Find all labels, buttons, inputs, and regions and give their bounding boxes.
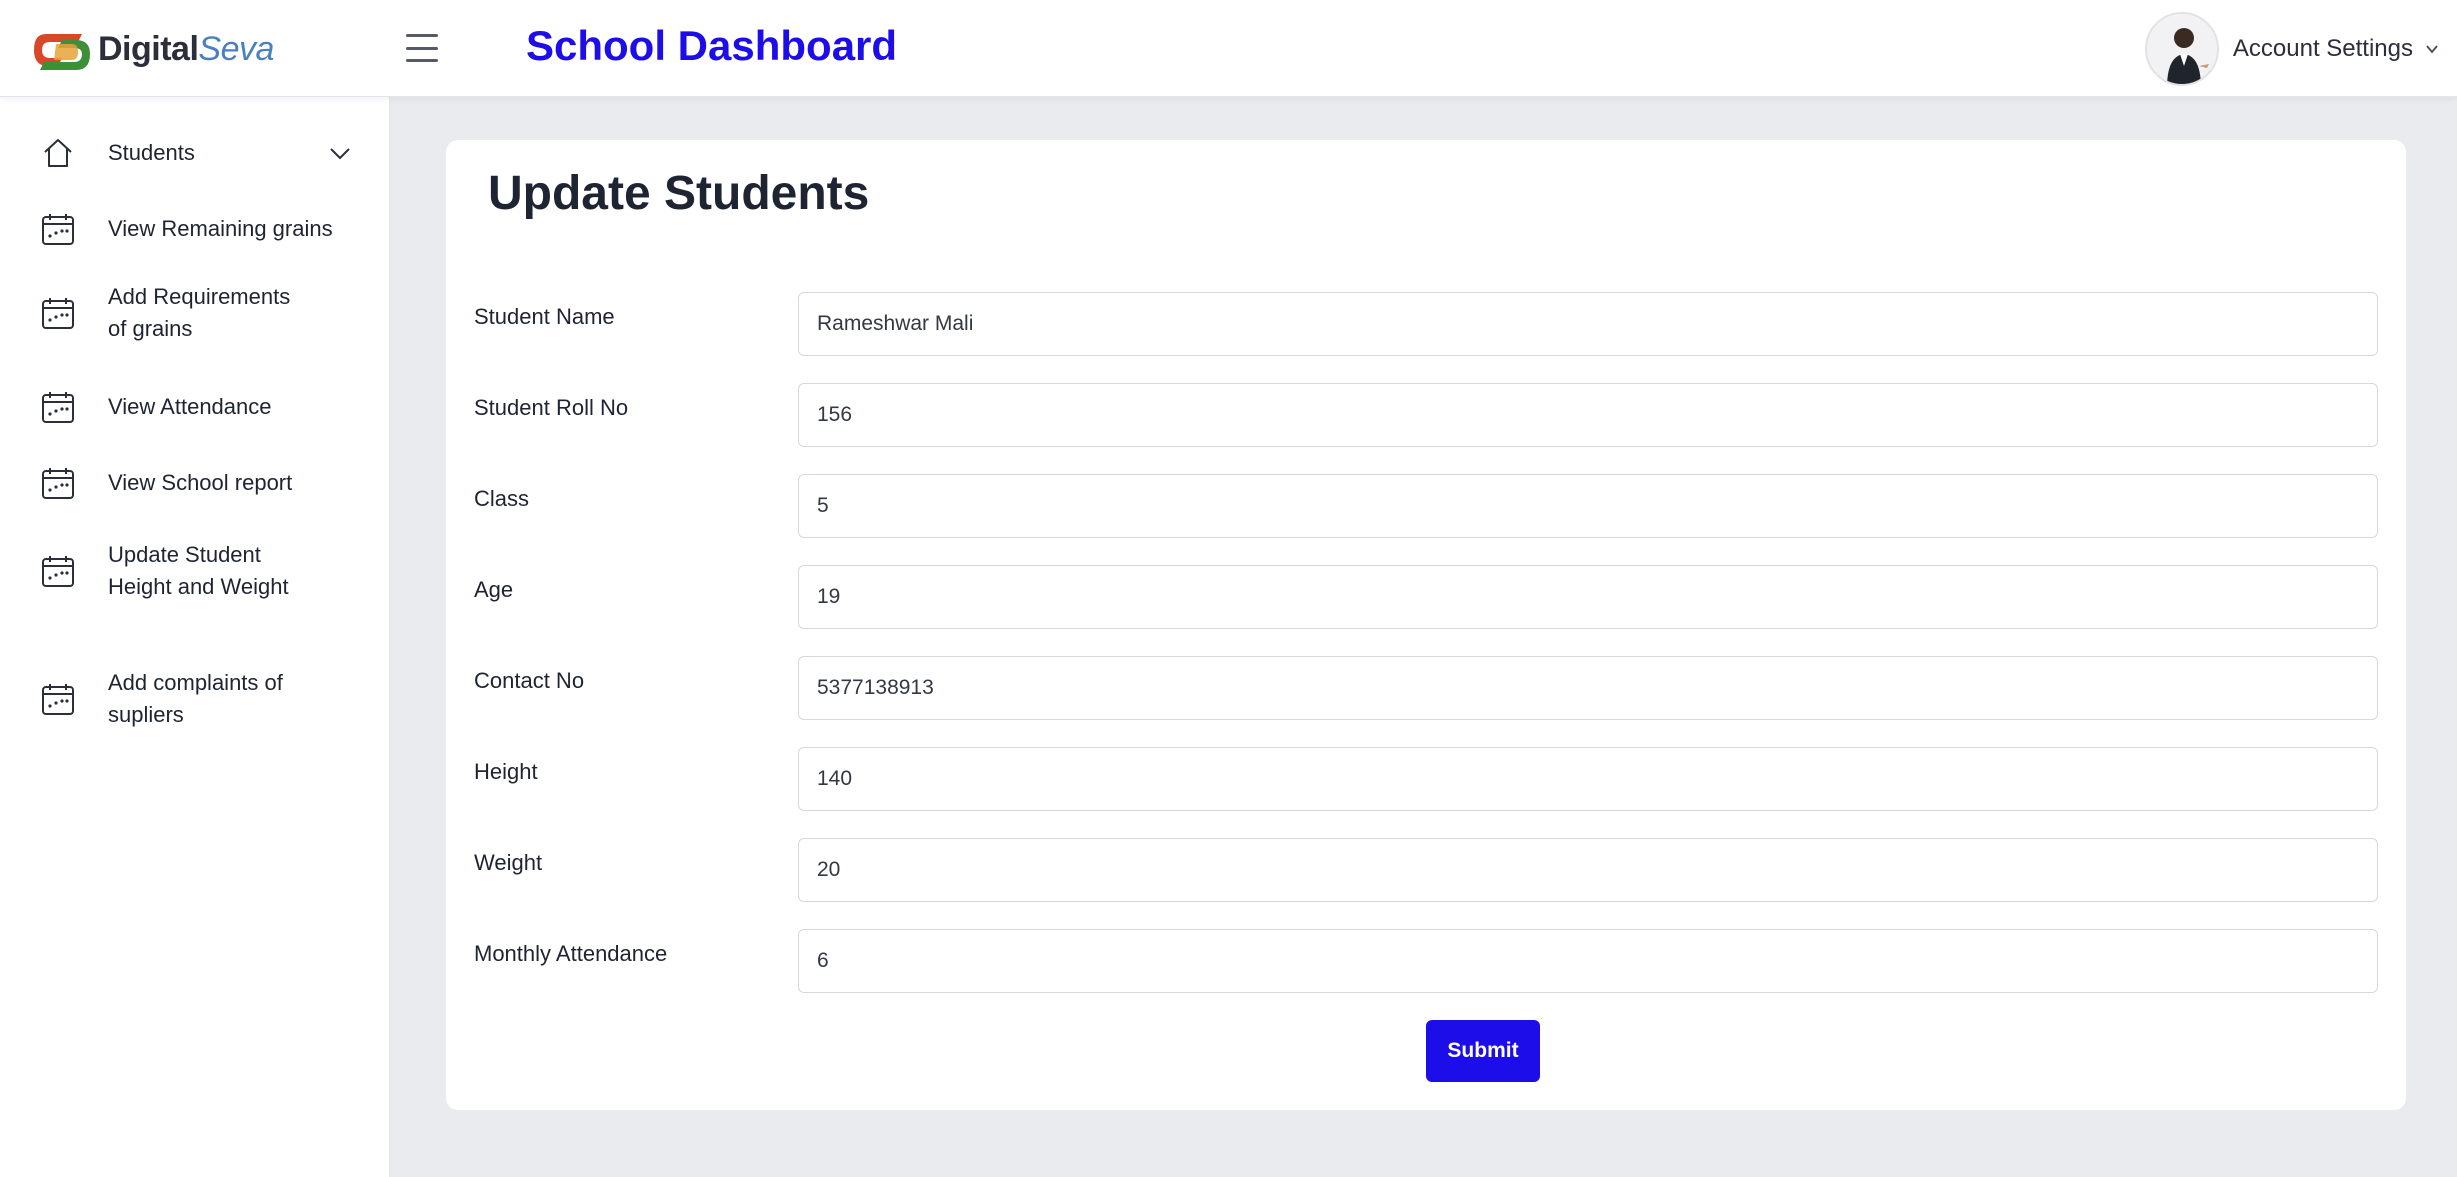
field-label: Contact No [474,668,585,693]
user-avatar-icon [2146,14,2217,84]
form-row-monthly-attendance: Monthly Attendance [446,929,2406,993]
sidebar-item-label: Add Requirements of grains [108,284,291,341]
calendar-icon [42,556,74,587]
sidebar-item-label: Update Student Height and Weight [108,542,289,599]
sidebar-item-update-height-weight[interactable]: Update Student Height and Weight [0,531,390,611]
sidebar-item-label: View Attendance [108,394,272,419]
sidebar-item-label: View Remaining grains [108,216,333,241]
student-name-input[interactable] [798,292,2378,356]
digitalseva-logo-icon [34,34,90,70]
account-settings-menu[interactable]: Account Settings [2144,12,2439,86]
field-label: Monthly Attendance [474,941,668,966]
submit-button[interactable]: Submit [1426,1020,1540,1082]
field-label: Student Roll No [474,395,629,420]
field-label: Student Name [474,304,615,329]
field-label: Age [474,577,514,602]
calendar-icon [42,298,74,329]
calendar-icon [42,684,74,715]
avatar [2144,12,2219,86]
home-icon [44,139,72,167]
form-title: Update Students [488,167,870,220]
age-input[interactable] [798,565,2378,629]
sidebar-item-view-school-report[interactable]: View School report [0,457,390,509]
brand-name: DigitalSeva [98,30,274,69]
height-input[interactable] [798,747,2378,811]
sidebar-item-add-complaints[interactable]: Add complaints of supliers [0,659,390,739]
sidebar-item-label: Add complaints of supliers [108,670,283,727]
roll-no-input[interactable] [798,383,2378,447]
form-row-age: Age [446,565,2406,629]
form-row-weight: Weight [446,838,2406,902]
calendar-icon [42,392,74,423]
sidebar: Students View Remaining grains Add Requi… [0,97,390,1177]
chevron-down-icon [330,148,350,160]
update-students-card: Update Students Student Name Student Rol… [446,140,2406,1110]
field-label: Height [474,759,538,784]
sidebar-item-label: View School report [108,470,293,495]
page-title: School Dashboard [526,22,898,69]
form-row-contact-no: Contact No [446,656,2406,720]
form-row-height: Height [446,747,2406,811]
top-header: DigitalSeva School Dashboard Account Set… [0,0,2457,97]
form-row-student-name: Student Name [446,292,2406,356]
form-row-roll-no: Student Roll No [446,383,2406,447]
menu-toggle-icon[interactable] [406,34,438,62]
calendar-icon [42,214,74,245]
class-input[interactable] [798,474,2378,538]
sidebar-item-add-requirements[interactable]: Add Requirements of grains [0,279,390,347]
sidebar-item-view-remaining-grains[interactable]: View Remaining grains [0,203,390,255]
sidebar-item-label: Students [108,140,195,165]
form-row-class: Class [446,474,2406,538]
account-settings-label: Account Settings [2232,35,2413,62]
contact-no-input[interactable] [798,656,2378,720]
sidebar-item-view-attendance[interactable]: View Attendance [0,381,390,433]
brand-name-part1: Digital [98,29,199,68]
brand-logo[interactable]: DigitalSeva [32,26,274,72]
sidebar-item-students[interactable]: Students [0,127,390,179]
field-label: Class [474,486,530,511]
monthly-attendance-input[interactable] [798,929,2378,993]
brand-name-part2: Seva [198,29,274,68]
field-label: Weight [474,850,543,875]
calendar-icon [42,468,74,499]
chevron-down-icon [2426,45,2438,54]
weight-input[interactable] [798,838,2378,902]
